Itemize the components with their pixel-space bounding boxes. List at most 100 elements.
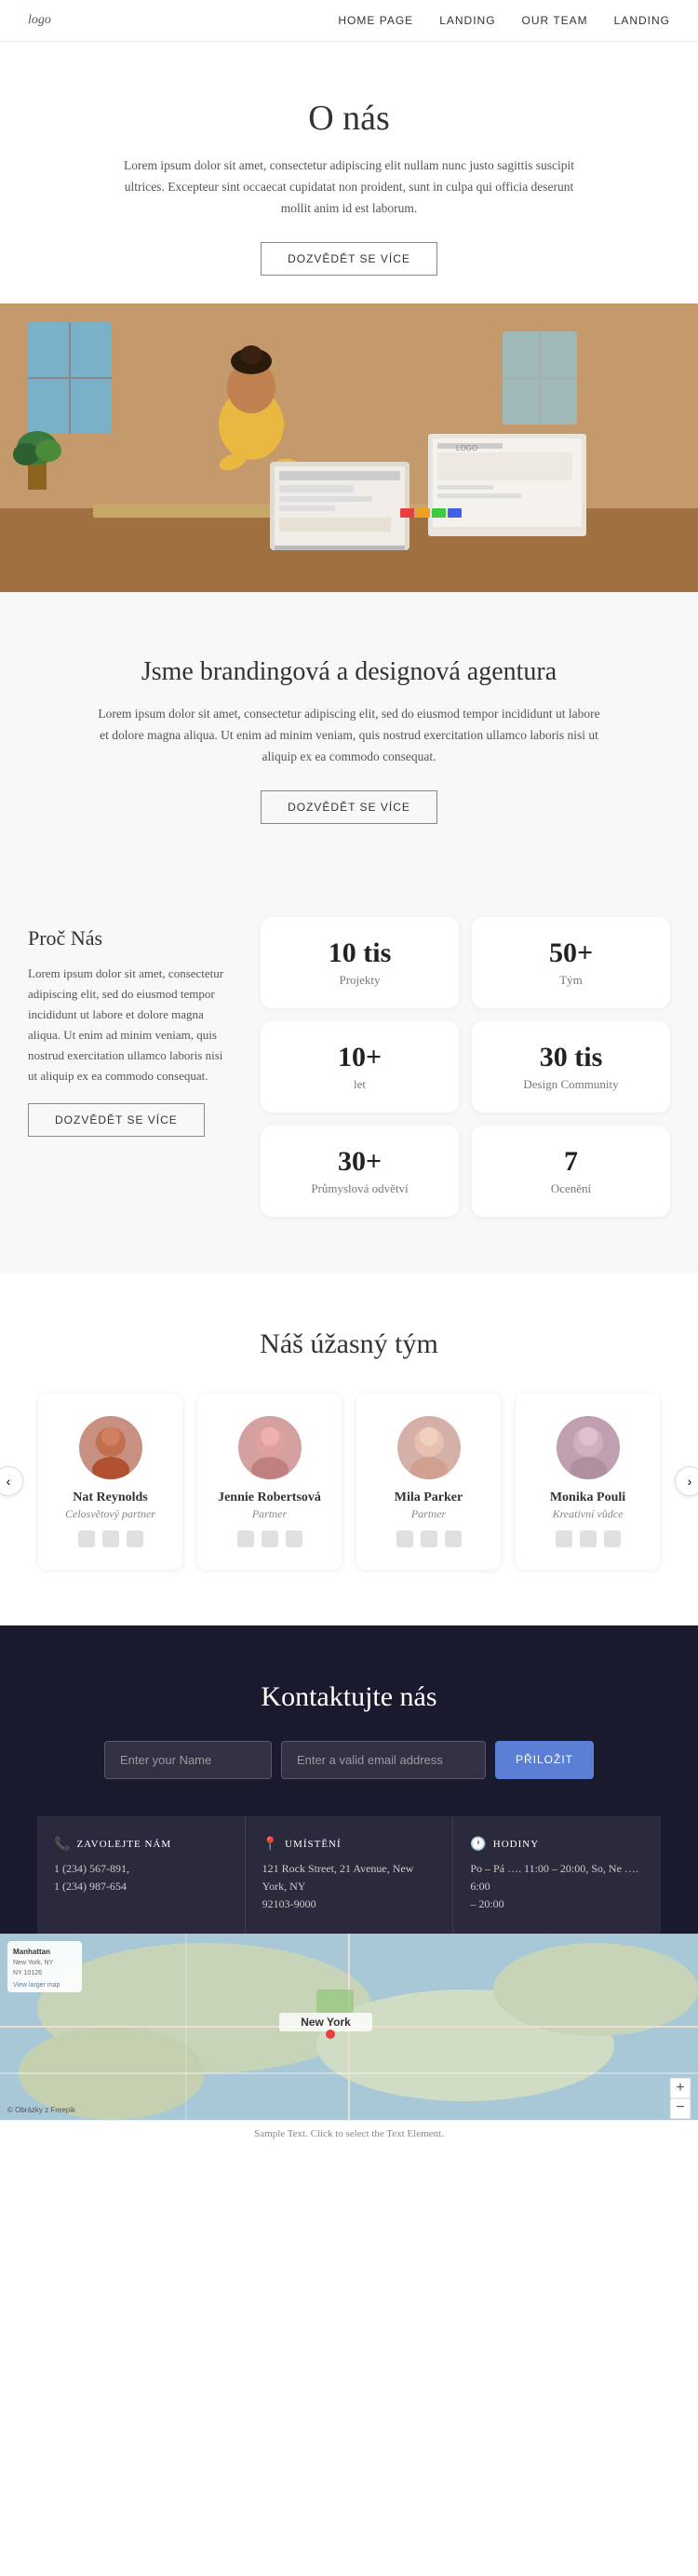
twitter-icon-2[interactable] bbox=[421, 1531, 437, 1547]
phone-icon: 📞 bbox=[54, 1837, 71, 1853]
team-title: Náš úžasný tým bbox=[19, 1328, 679, 1360]
stat-number-1: 50+ bbox=[490, 937, 651, 969]
team-name-2: Mila Parker bbox=[375, 1490, 482, 1505]
branding-body: Lorem ipsum dolor sit amet, consectetur … bbox=[93, 704, 605, 768]
stat-number-3: 30 tis bbox=[490, 1042, 651, 1073]
team-card-3: Monika Pouli Kreativní vůdce bbox=[516, 1394, 660, 1570]
instagram-icon-3[interactable] bbox=[604, 1531, 621, 1547]
about-cta-button[interactable]: DOZVĚDĚT SE VÍCE bbox=[261, 242, 437, 276]
contact-section: Kontaktujte nás PŘILOŽIT 📞 ZAVOLEJTE NÁM… bbox=[0, 1625, 698, 1935]
svg-text:LOGO: LOGO bbox=[456, 444, 477, 452]
stat-card-5: 7 Ocenění bbox=[472, 1126, 670, 1217]
stats-left-panel: Proč Nás Lorem ipsum dolor sit amet, con… bbox=[28, 917, 233, 1138]
carousel-next-button[interactable]: › bbox=[675, 1466, 698, 1496]
team-role-3: Kreativní vůdce bbox=[534, 1507, 641, 1521]
hero-illustration: LOGO bbox=[0, 303, 698, 592]
contact-phone-box: 📞 ZAVOLEJTE NÁM 1 (234) 567-891, 1 (234)… bbox=[37, 1816, 246, 1935]
about-section: O nás Lorem ipsum dolor sit amet, consec… bbox=[0, 42, 698, 303]
hero-image-bg: LOGO bbox=[0, 303, 698, 592]
instagram-icon-1[interactable] bbox=[286, 1531, 302, 1547]
team-name-3: Monika Pouli bbox=[534, 1490, 641, 1505]
stats-section: Proč Nás Lorem ipsum dolor sit amet, con… bbox=[0, 861, 698, 1273]
nav-landing-2[interactable]: LANDING bbox=[614, 14, 670, 27]
footer-strip: Sample Text. Click to select the Text El… bbox=[0, 2120, 698, 2147]
team-social-0 bbox=[57, 1531, 164, 1547]
facebook-icon-1[interactable] bbox=[237, 1531, 254, 1547]
contact-submit-button[interactable]: PŘILOŽIT bbox=[495, 1741, 594, 1779]
clock-icon: 🕐 bbox=[470, 1837, 487, 1853]
stat-number-0: 10 tis bbox=[279, 937, 440, 969]
stat-card-0: 10 tis Projekty bbox=[261, 917, 459, 1008]
carousel-prev-button[interactable]: ‹ bbox=[0, 1466, 23, 1496]
stat-label-4: Průmyslová odvětví bbox=[279, 1181, 440, 1196]
facebook-icon-3[interactable] bbox=[556, 1531, 572, 1547]
instagram-icon-0[interactable] bbox=[127, 1531, 143, 1547]
team-cards: Nat Reynolds Celosvětový partner bbox=[38, 1394, 660, 1570]
svg-text:New York: New York bbox=[301, 2016, 351, 2029]
team-card-2: Mila Parker Partner bbox=[356, 1394, 501, 1570]
svg-text:New York, NY: New York, NY bbox=[13, 1960, 54, 1966]
contact-location-title: 📍 UMÍSTĚNÍ bbox=[262, 1837, 436, 1853]
stat-label-5: Ocenění bbox=[490, 1181, 651, 1196]
about-body: Lorem ipsum dolor sit amet, consectetur … bbox=[112, 155, 586, 220]
stats-body: Lorem ipsum dolor sit amet, consectetur … bbox=[28, 964, 233, 1087]
stat-card-3: 30 tis Design Community bbox=[472, 1021, 670, 1113]
team-card-0: Nat Reynolds Celosvětový partner bbox=[38, 1394, 182, 1570]
contact-phone-text: 1 (234) 567-891, 1 (234) 987-654 bbox=[54, 1860, 228, 1895]
nav-our-team[interactable]: OUR TEAM bbox=[522, 14, 588, 27]
team-role-0: Celosvětový partner bbox=[57, 1507, 164, 1521]
nav-homepage[interactable]: HOME PAGE bbox=[338, 14, 413, 27]
contact-name-input[interactable] bbox=[104, 1741, 272, 1779]
team-card-1: Jennie Robertsová Partner bbox=[197, 1394, 342, 1570]
navbar: logo HOME PAGE LANDING OUR TEAM LANDING bbox=[0, 0, 698, 42]
stat-label-0: Projekty bbox=[279, 973, 440, 988]
avatar-illustration-1 bbox=[238, 1416, 302, 1479]
contact-email-input[interactable] bbox=[281, 1741, 486, 1779]
team-social-3 bbox=[534, 1531, 641, 1547]
team-carousel: ‹ Nat Reynolds Celosvětový partner bbox=[19, 1394, 679, 1570]
team-avatar-2 bbox=[397, 1416, 461, 1479]
stat-card-1: 50+ Tým bbox=[472, 917, 670, 1008]
contact-phone-title: 📞 ZAVOLEJTE NÁM bbox=[54, 1837, 228, 1853]
team-role-2: Partner bbox=[375, 1507, 482, 1521]
contact-info-row: 📞 ZAVOLEJTE NÁM 1 (234) 567-891, 1 (234)… bbox=[37, 1816, 661, 1935]
footer-text: Sample Text. Click to select the Text El… bbox=[254, 2128, 444, 2139]
avatar-illustration-3 bbox=[557, 1416, 620, 1479]
team-name-1: Jennie Robertsová bbox=[216, 1490, 323, 1505]
instagram-icon-2[interactable] bbox=[445, 1531, 462, 1547]
svg-text:NY 10126: NY 10126 bbox=[13, 1970, 42, 1976]
svg-text:−: − bbox=[676, 2099, 684, 2115]
stat-label-1: Tým bbox=[490, 973, 651, 988]
svg-text:View larger map: View larger map bbox=[13, 1982, 60, 1989]
twitter-icon-3[interactable] bbox=[580, 1531, 597, 1547]
avatar-illustration-0 bbox=[79, 1416, 142, 1479]
nav-landing-1[interactable]: LANDING bbox=[439, 14, 495, 27]
facebook-icon-0[interactable] bbox=[78, 1531, 95, 1547]
map-container: New York © Obrázky z Freepik Manhattan N… bbox=[0, 1934, 698, 2120]
team-avatar-3 bbox=[557, 1416, 620, 1479]
branding-section: Jsme brandingová a designová agentura Lo… bbox=[0, 592, 698, 861]
twitter-icon-1[interactable] bbox=[262, 1531, 278, 1547]
team-social-1 bbox=[216, 1531, 323, 1547]
team-avatar-1 bbox=[238, 1416, 302, 1479]
svg-text:+: + bbox=[676, 2080, 684, 2096]
contact-hours-title: 🕐 HODINY bbox=[470, 1837, 644, 1853]
location-icon: 📍 bbox=[262, 1837, 279, 1853]
hero-image: LOGO bbox=[0, 303, 698, 592]
contact-title: Kontaktujte nás bbox=[37, 1681, 661, 1713]
facebook-icon-2[interactable] bbox=[396, 1531, 413, 1547]
about-title: O nás bbox=[112, 98, 586, 139]
map-illustration: New York © Obrázky z Freepik Manhattan N… bbox=[0, 1934, 698, 2120]
contact-hours-text: Po – Pá …. 11:00 – 20:00, So, Ne …. 6:00… bbox=[470, 1860, 644, 1914]
stats-cta-button[interactable]: DOZVĚDĚT SE VÍCE bbox=[28, 1103, 205, 1137]
nav-links: HOME PAGE LANDING OUR TEAM LANDING bbox=[338, 14, 670, 27]
contact-location-box: 📍 UMÍSTĚNÍ 121 Rock Street, 21 Avenue, N… bbox=[246, 1816, 454, 1935]
branding-cta-button[interactable]: DOZVĚDĚT SE VÍCE bbox=[261, 790, 437, 824]
contact-hours-box: 🕐 HODINY Po – Pá …. 11:00 – 20:00, So, N… bbox=[453, 1816, 661, 1935]
contact-form: PŘILOŽIT bbox=[37, 1741, 661, 1779]
stat-card-2: 10+ let bbox=[261, 1021, 459, 1113]
stat-number-5: 7 bbox=[490, 1146, 651, 1178]
branding-title: Jsme brandingová a designová agentura bbox=[93, 657, 605, 687]
twitter-icon-0[interactable] bbox=[102, 1531, 119, 1547]
team-social-2 bbox=[375, 1531, 482, 1547]
